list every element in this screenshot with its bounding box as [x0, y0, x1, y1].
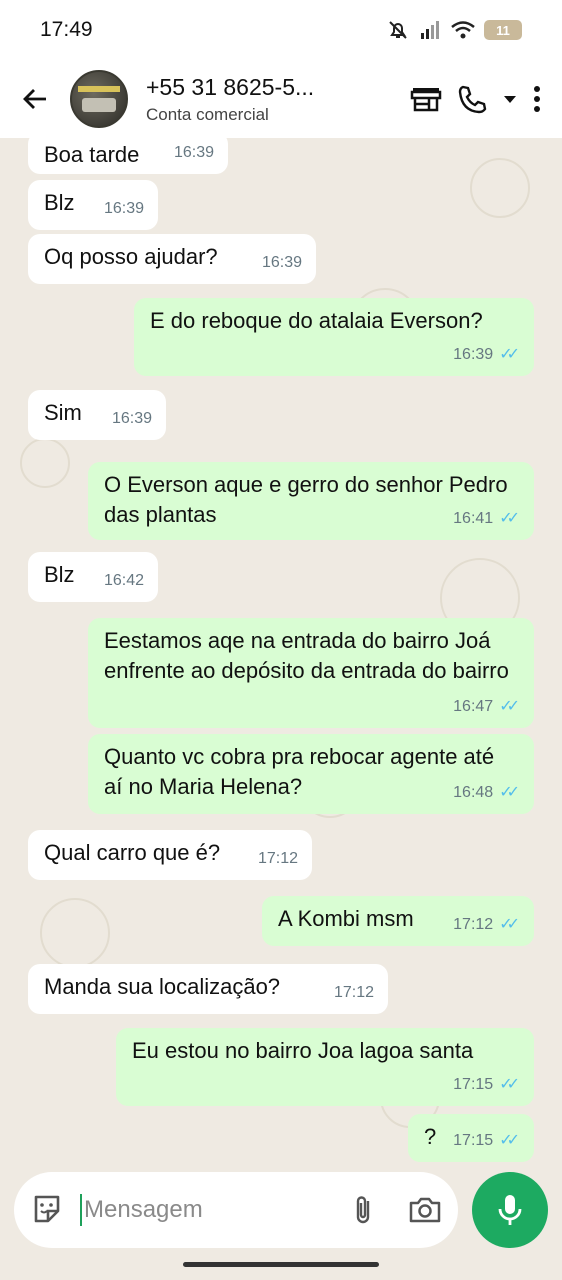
sticker-icon[interactable]: [30, 1193, 64, 1227]
message-outgoing[interactable]: ? 17:15 ✓✓: [408, 1114, 534, 1162]
contact-avatar[interactable]: [70, 70, 128, 128]
message-time: 16:42: [103, 572, 144, 589]
read-ticks-icon: ✓✓: [499, 1076, 520, 1093]
contact-name: +55 31 8625-5...: [146, 73, 315, 100]
message-list[interactable]: Boa tarde 16:39 Blz 16:39 Oq posso ajuda…: [0, 138, 562, 1170]
message-time: 16:47: [453, 698, 494, 715]
read-ticks-icon: ✓✓: [499, 346, 520, 363]
message-text: Qual carro que é?: [44, 840, 221, 865]
message-text: A Kombi msm: [278, 906, 414, 931]
message-text: Eestamos aqe na entrada do bairro Joá en…: [104, 628, 509, 683]
attach-icon[interactable]: [348, 1193, 378, 1227]
message-incoming[interactable]: Manda sua localização? 17:12: [28, 964, 388, 1014]
message-input[interactable]: Mensagem: [80, 1194, 348, 1226]
message-time: 17:12: [453, 916, 494, 933]
read-ticks-icon: ✓✓: [499, 510, 520, 527]
message-incoming[interactable]: Blz 16:42: [28, 552, 158, 602]
message-outgoing[interactable]: Eestamos aqe na entrada do bairro Joá en…: [88, 618, 534, 728]
message-time: 16:39: [453, 346, 494, 363]
message-incoming[interactable]: Blz 16:39: [28, 180, 158, 230]
muted-bell-icon: [389, 21, 407, 39]
message-text: E do reboque do atalaia Everson?: [150, 308, 483, 333]
message-incoming[interactable]: Sim 16:39: [28, 390, 166, 440]
message-time: 17:12: [333, 984, 374, 1001]
read-ticks-icon: ✓✓: [499, 784, 520, 801]
message-text: Eu estou no bairro Joa lagoa santa: [132, 1038, 474, 1063]
wifi-icon: [451, 21, 475, 39]
contact-info[interactable]: +55 31 8625-5... Conta comercial: [146, 74, 410, 125]
read-ticks-icon: ✓✓: [499, 916, 520, 933]
message-incoming[interactable]: Boa tarde 16:39: [28, 138, 228, 174]
message-incoming[interactable]: Oq posso ajudar? 16:39: [28, 234, 316, 284]
status-bar: 17:49 11: [0, 0, 562, 60]
message-text: Blz: [44, 562, 75, 587]
message-text: O Everson aque e gerro do senhor Pedro d…: [104, 472, 508, 527]
read-ticks-icon: ✓✓: [499, 1132, 520, 1149]
message-incoming[interactable]: Qual carro que é? 17:12: [28, 830, 312, 880]
message-time: 16:39: [261, 254, 302, 271]
message-outgoing[interactable]: E do reboque do atalaia Everson? 16:39 ✓✓: [134, 298, 534, 376]
message-text: Manda sua localização?: [44, 974, 281, 999]
voice-message-button[interactable]: [472, 1172, 548, 1248]
message-text: Quanto vc cobra pra rebocar agente até a…: [104, 744, 495, 799]
phone-icon[interactable]: [456, 83, 488, 115]
message-outgoing[interactable]: Eu estou no bairro Joa lagoa santa 17:15…: [116, 1028, 534, 1106]
message-time: 16:48: [453, 784, 494, 801]
more-options-icon[interactable]: [532, 84, 542, 114]
camera-icon[interactable]: [408, 1195, 442, 1225]
message-time: 16:39: [103, 200, 144, 217]
caret-down-icon[interactable]: [502, 93, 518, 105]
message-text: Sim: [44, 400, 82, 425]
signal-icon: [421, 21, 439, 39]
message-outgoing[interactable]: A Kombi msm 17:12 ✓✓: [262, 896, 534, 946]
battery-indicator: 11: [484, 20, 522, 40]
gesture-navigation-bar[interactable]: [183, 1262, 379, 1267]
message-composer: Mensagem: [14, 1172, 458, 1248]
message-text: Boa tarde: [44, 142, 140, 167]
message-text: Oq posso ajudar?: [44, 244, 218, 269]
message-time: 16:39: [173, 144, 214, 161]
message-outgoing[interactable]: O Everson aque e gerro do senhor Pedro d…: [88, 462, 534, 540]
message-time: 17:15: [453, 1076, 494, 1093]
status-icons: 11: [386, 18, 522, 42]
message-outgoing[interactable]: Quanto vc cobra pra rebocar agente até a…: [88, 734, 534, 814]
read-ticks-icon: ✓✓: [499, 698, 520, 715]
message-text: ?: [424, 1124, 437, 1149]
arrow-left-icon: [23, 89, 46, 109]
back-button[interactable]: [0, 84, 70, 114]
contact-subtitle: Conta comercial: [146, 104, 269, 124]
message-time: 17:15: [453, 1132, 494, 1149]
message-time: 16:39: [111, 410, 152, 427]
chat-header: +55 31 8625-5... Conta comercial: [0, 60, 562, 138]
header-actions: [410, 83, 562, 115]
message-text: Blz: [44, 190, 75, 215]
store-icon[interactable]: [410, 84, 442, 114]
microphone-icon: [498, 1195, 522, 1225]
message-time: 17:12: [257, 850, 298, 867]
message-time: 16:41: [453, 510, 494, 527]
status-time: 17:49: [40, 18, 93, 41]
